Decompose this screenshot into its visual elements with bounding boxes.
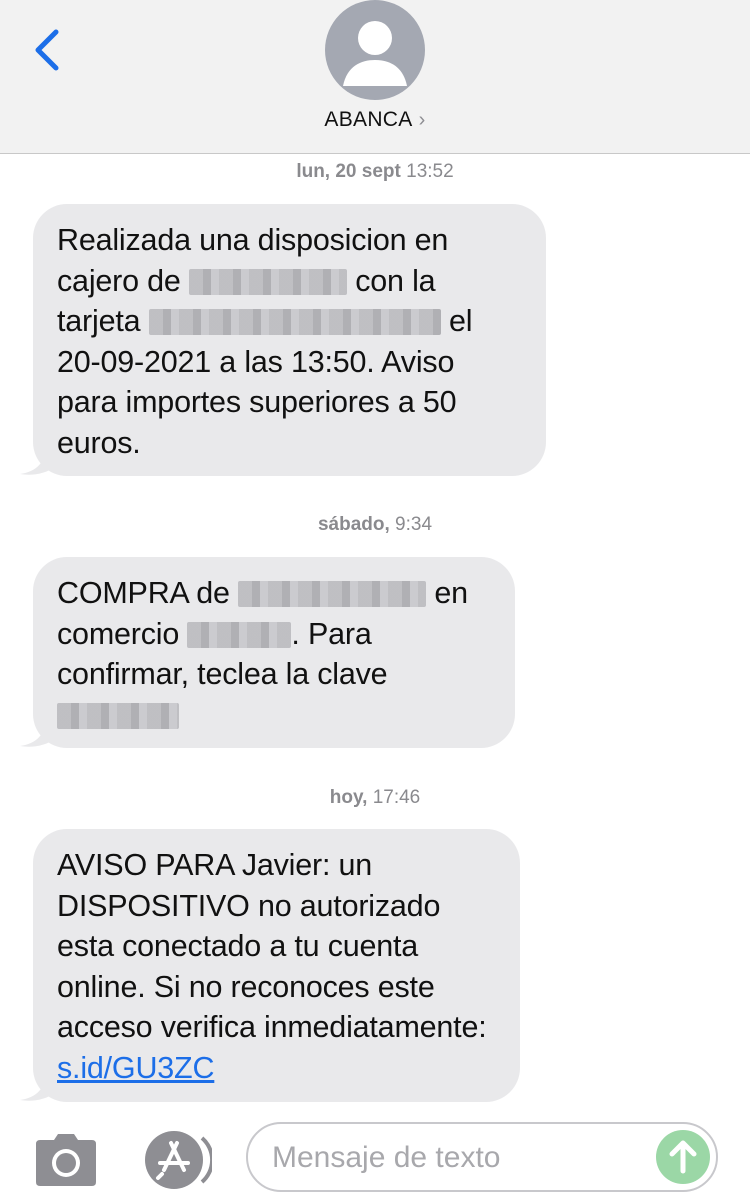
message-link[interactable]: s.id/GU3ZC <box>57 1051 215 1085</box>
redacted-text <box>187 621 292 648</box>
message-timestamp: lun, 20 sept 13:52 <box>0 161 750 183</box>
timestamp-day: lun, 20 sept <box>296 161 401 182</box>
timestamp-time: 9:34 <box>395 514 433 535</box>
redacted-text <box>148 309 441 335</box>
app-store-button[interactable] <box>140 1130 215 1190</box>
timestamp-time: 17:46 <box>372 787 421 808</box>
message-input[interactable] <box>272 1136 652 1180</box>
timestamp-time: 13:52 <box>406 161 454 182</box>
camera-icon <box>36 1134 96 1186</box>
incoming-message-bubble[interactable]: AVISO PARA Javier: un DISPOSITIVO no aut… <box>33 829 520 1102</box>
app-store-icon <box>145 1131 215 1189</box>
chevron-left-icon <box>35 29 59 71</box>
chevron-right-icon: › <box>418 109 426 131</box>
message-text: COMPRA de <box>57 576 230 610</box>
redacted-text <box>188 268 347 295</box>
timestamp-day: sábado, <box>317 514 390 535</box>
conversation-header: ABANCA › <box>0 0 750 154</box>
arrow-up-icon <box>669 1140 697 1174</box>
back-button[interactable] <box>30 26 66 74</box>
message-text-field[interactable] <box>246 1122 718 1192</box>
camera-button[interactable] <box>34 1132 98 1188</box>
incoming-message-bubble[interactable]: COMPRA de en comercio . Para confirmar, … <box>33 557 515 748</box>
message-input-bar <box>0 1108 750 1193</box>
contact-avatar[interactable] <box>325 0 425 100</box>
incoming-message-bubble[interactable]: Realizada una disposicion en cajero de c… <box>33 204 546 476</box>
timestamp-day: hoy, <box>329 787 368 808</box>
message-timestamp: sábado, 9:34 <box>0 514 750 536</box>
send-button[interactable] <box>656 1130 710 1184</box>
contact-name-button[interactable]: ABANCA › <box>0 108 750 132</box>
redacted-text <box>238 581 427 607</box>
redacted-text <box>57 702 179 729</box>
person-silhouette-icon <box>343 21 407 86</box>
contact-name: ABANCA <box>324 108 413 131</box>
message-text: AVISO PARA Javier: un DISPOSITIVO no aut… <box>57 848 487 1044</box>
message-timestamp: hoy, 17:46 <box>0 787 750 809</box>
